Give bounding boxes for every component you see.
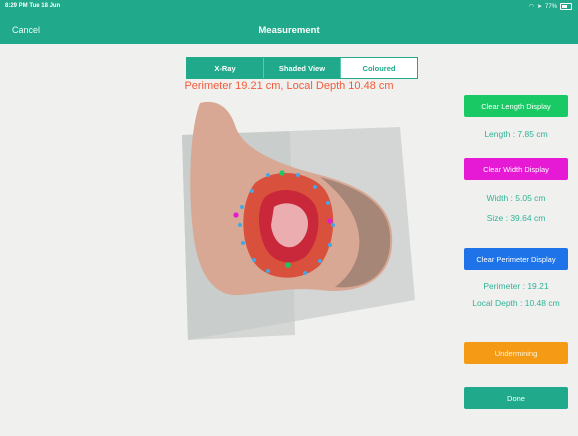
length-marker-bottom[interactable]: [285, 262, 291, 268]
local-depth-value: Local Depth : 10.48 cm: [472, 298, 560, 308]
status-indicators: ◠ ➤ 77%: [529, 3, 572, 10]
perimeter-value: Perimeter : 19.21: [483, 281, 549, 291]
wifi-icon: ◠: [528, 4, 534, 10]
clear-width-button[interactable]: Clear Width Display: [464, 158, 568, 180]
navigation-bar: 8:29 PM Tue 18 Jun ◠ ➤ 77% Cancel Measur…: [0, 0, 578, 44]
clear-length-button[interactable]: Clear Length Display: [464, 95, 568, 117]
view-mode-segmented-control: X-Ray Shaded View Coloured: [186, 57, 418, 79]
battery-percent: 77%: [544, 3, 557, 10]
status-time: 8:29 PM Tue 18 Jun: [5, 3, 61, 9]
measurement-summary: Perimeter 19.21 cm, Local Depth 10.48 cm: [184, 80, 394, 92]
segment-coloured[interactable]: Coloured: [341, 58, 417, 78]
clear-perimeter-button[interactable]: Clear Perimeter Display: [464, 248, 568, 270]
length-marker-top[interactable]: [279, 170, 285, 176]
done-button[interactable]: Done: [464, 387, 568, 409]
segment-shaded-view[interactable]: Shaded View: [264, 58, 341, 78]
width-value: Width : 5.05 cm: [486, 193, 546, 203]
segment-xray[interactable]: X-Ray: [187, 58, 264, 78]
size-value: Size : 39.64 cm: [486, 213, 546, 223]
length-value: Length : 7.85 cm: [484, 129, 548, 139]
location-icon: ➤: [536, 4, 542, 10]
battery-icon: [560, 3, 572, 10]
page-title: Measurement: [258, 25, 320, 36]
width-marker-left[interactable]: [233, 212, 239, 218]
undermining-button[interactable]: Undermining: [464, 342, 568, 364]
width-marker-right[interactable]: [327, 218, 333, 224]
wound-3d-model-viewer[interactable]: [170, 95, 420, 345]
